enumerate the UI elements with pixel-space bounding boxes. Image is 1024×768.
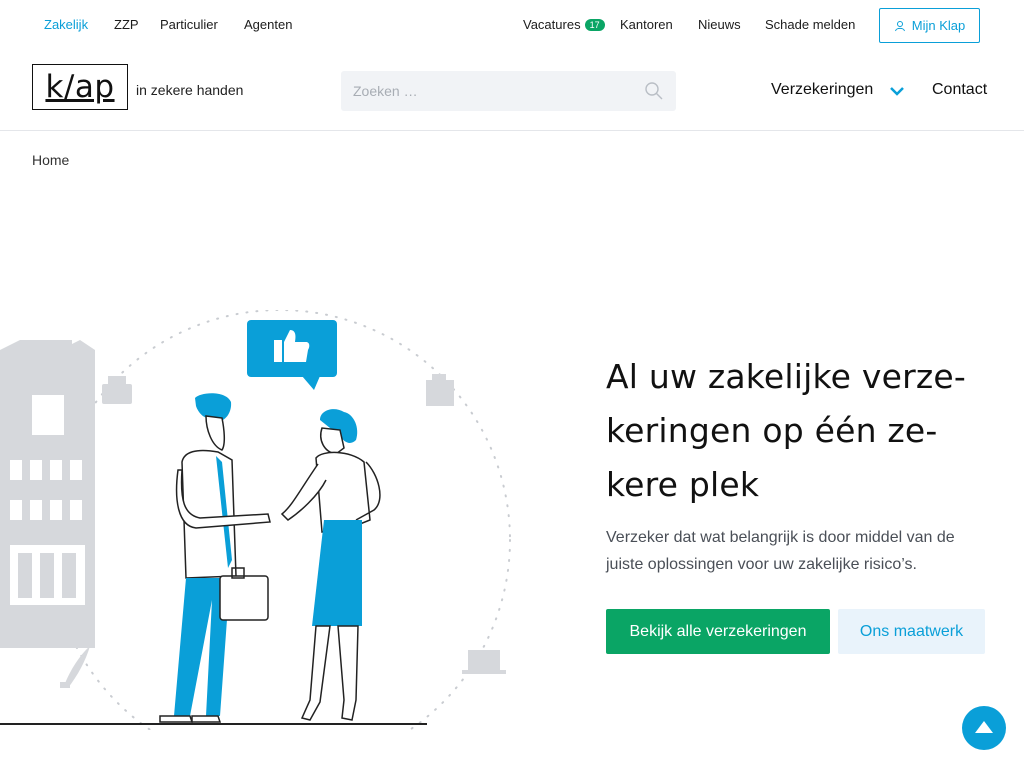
cash-register-icon xyxy=(102,376,132,404)
topnav-schade-melden[interactable]: Schade melden xyxy=(765,17,855,32)
top-bar: Zakelijk ZZP Particulier Agenten Vacatur… xyxy=(0,0,1024,50)
user-icon xyxy=(894,20,905,31)
vacatures-label: Vacatures xyxy=(523,17,581,32)
woman-figure xyxy=(280,409,381,721)
handshake-illustration xyxy=(0,310,511,730)
topnav-nieuws[interactable]: Nieuws xyxy=(698,17,741,32)
breadcrumb-home[interactable]: Home xyxy=(32,152,69,168)
laptop-icon xyxy=(462,650,506,674)
vacatures-count-badge: 17 xyxy=(584,19,605,31)
search-icon[interactable] xyxy=(644,81,664,101)
feather-icon xyxy=(60,646,90,688)
topnav-particulier[interactable]: Particulier xyxy=(160,17,218,32)
chevron-down-icon[interactable] xyxy=(889,85,905,97)
hero-description: Verzeker dat wat belangrijk is door midd… xyxy=(606,529,955,573)
klap-logo[interactable]: k/ap xyxy=(32,64,128,110)
mijn-klap-label: Mijn Klap xyxy=(911,18,966,33)
topnav-zakelijk[interactable]: Zakelijk xyxy=(44,17,88,32)
hero-title: Al uw zakelijke verze-keringen op één ze… xyxy=(606,357,966,504)
man-figure xyxy=(159,393,271,723)
search-input[interactable] xyxy=(341,71,631,111)
topnav-agenten[interactable]: Agenten xyxy=(244,17,292,32)
nav-verzekeringen[interactable]: Verzekeringen xyxy=(771,81,873,99)
main-header: k/ap in zekere handen Verzekeringen Cont… xyxy=(0,50,1024,131)
topnav-vacatures[interactable]: Vacatures 17 xyxy=(523,17,605,32)
arrow-up-icon xyxy=(975,721,993,733)
logo-tagline: in zekere handen xyxy=(136,82,244,98)
nav-contact[interactable]: Contact xyxy=(932,81,987,99)
topnav-zzp[interactable]: ZZP xyxy=(114,17,139,32)
custom-work-button[interactable]: Ons maatwerk xyxy=(838,609,985,654)
scroll-to-top-button[interactable] xyxy=(962,706,1006,750)
topnav-kantoren[interactable]: Kantoren xyxy=(620,17,673,32)
mijn-klap-button[interactable]: Mijn Klap xyxy=(879,8,980,43)
search-bar xyxy=(341,71,676,111)
thumbs-up-icon xyxy=(247,320,337,390)
office-building-icon xyxy=(426,374,454,406)
view-all-insurances-button[interactable]: Bekijk alle verzekeringen xyxy=(606,609,830,654)
